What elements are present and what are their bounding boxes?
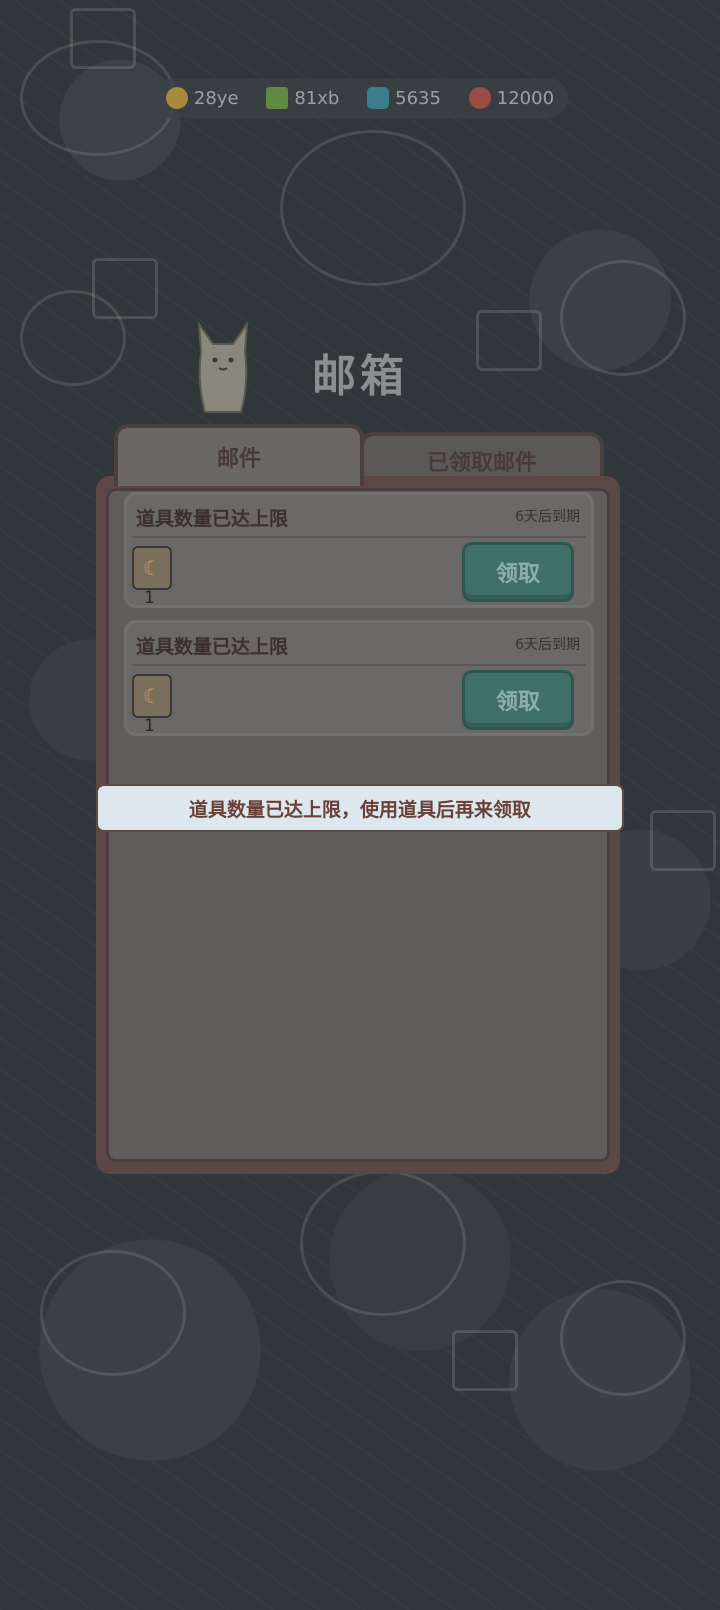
mail-title: 道具数量已达上限 — [136, 636, 289, 658]
mail-card: 道具数量已达上限 6天后到期 ☾ 1 领取 — [124, 492, 594, 608]
gem-icon — [367, 87, 390, 109]
resource-gem-value: 5635 — [395, 87, 441, 109]
item-count: 1 — [144, 716, 155, 736]
mail-expire: 6天后到期 — [515, 637, 580, 653]
claim-button[interactable]: 领取 — [462, 542, 574, 602]
mail-expire: 6天后到期 — [515, 509, 580, 525]
red-orb-icon — [468, 87, 491, 109]
resource-gem[interactable]: 5635 — [367, 87, 441, 109]
resource-energy[interactable]: 81xb — [266, 87, 339, 109]
mailbox-title: 邮箱 — [312, 351, 408, 402]
item-count: 1 — [144, 588, 155, 608]
resource-gold[interactable]: 28ye — [165, 87, 239, 109]
gold-coin-icon — [165, 87, 188, 109]
divider — [132, 536, 586, 538]
cat-mascot-icon — [197, 322, 249, 413]
resource-gold-value: 28ye — [193, 87, 239, 109]
claim-button[interactable]: 领取 — [462, 670, 574, 730]
resource-bar: 28ye 81xb 5635 12000 — [152, 78, 568, 118]
tab-mail[interactable]: 邮件 — [114, 424, 364, 486]
ticket-item-icon[interactable]: ☾ — [132, 546, 172, 590]
ticket-item-icon[interactable]: ☾ — [132, 674, 172, 718]
toast-message: 道具数量已达上限，使用道具后再来领取 — [96, 784, 624, 832]
divider — [132, 664, 586, 666]
resource-orb-value: 12000 — [496, 87, 555, 109]
mail-title: 道具数量已达上限 — [136, 508, 289, 530]
resource-energy-value: 81xb — [294, 87, 340, 109]
resource-orb[interactable]: 12000 — [468, 87, 555, 109]
energy-bolt-icon — [266, 87, 289, 109]
mail-card: 道具数量已达上限 6天后到期 ☾ 1 领取 — [124, 620, 594, 736]
